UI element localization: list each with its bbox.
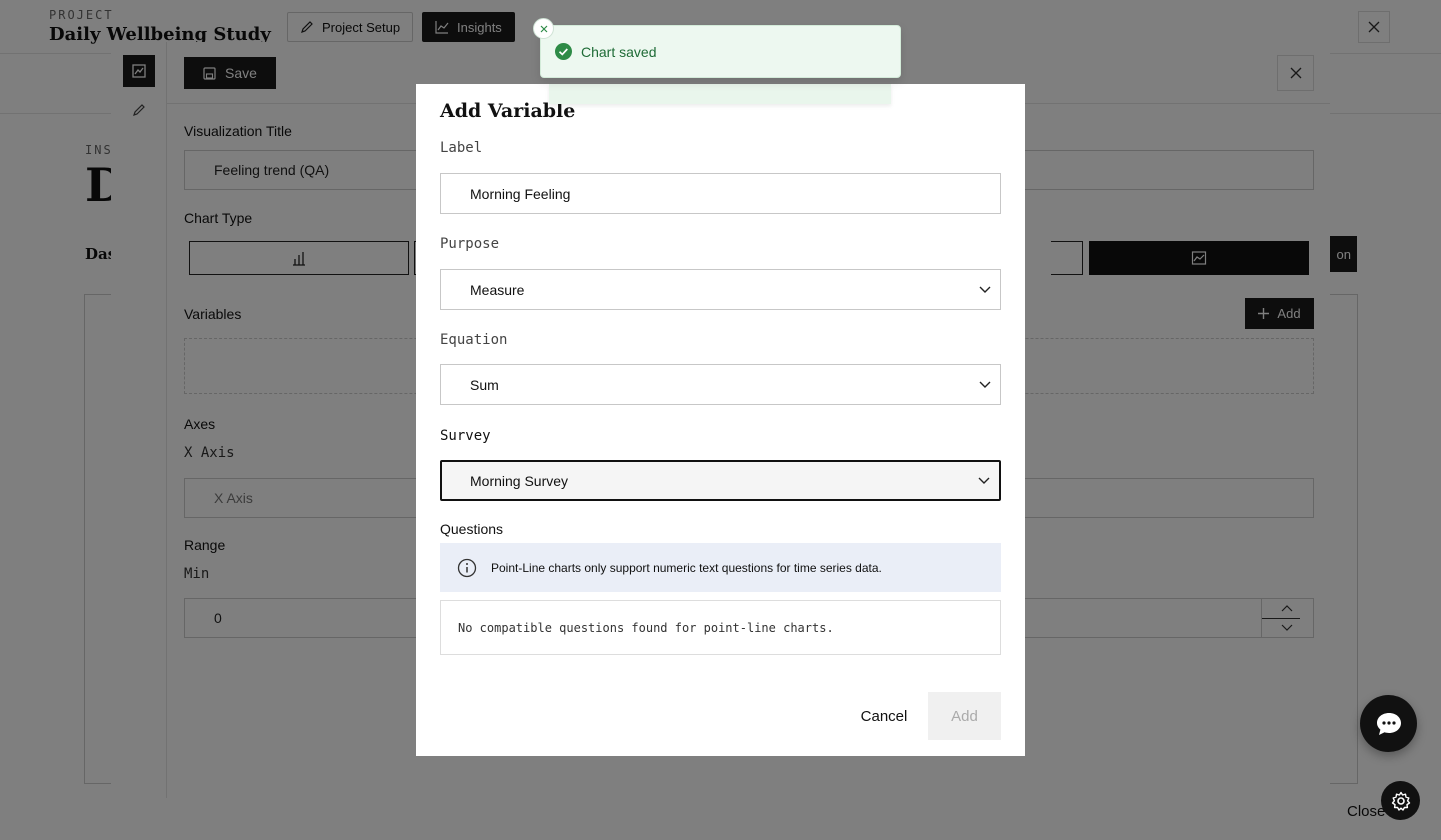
info-banner-text: Point-Line charts only support numeric t… bbox=[491, 560, 882, 575]
purpose-select[interactable]: Measure bbox=[440, 269, 1001, 310]
chevron-down-icon bbox=[979, 286, 991, 294]
survey-select-value: Morning Survey bbox=[470, 472, 569, 489]
label-field-label: Label bbox=[440, 140, 483, 156]
chevron-down-icon bbox=[978, 477, 990, 485]
info-banner: Point-Line charts only support numeric t… bbox=[440, 543, 1001, 592]
close-icon bbox=[540, 25, 548, 33]
questions-label: Questions bbox=[440, 521, 504, 537]
add-button[interactable]: Add bbox=[928, 692, 1001, 740]
survey-field-label: Survey bbox=[440, 428, 491, 444]
gear-icon bbox=[1391, 791, 1411, 811]
settings-button[interactable] bbox=[1381, 781, 1420, 820]
chat-button[interactable] bbox=[1360, 695, 1417, 752]
empty-questions-text: No compatible questions found for point-… bbox=[458, 620, 834, 635]
toast-notification: Chart saved bbox=[540, 25, 901, 78]
add-variable-dialog: Add Variable Label Morning Feeling Purpo… bbox=[416, 84, 1025, 756]
equation-select[interactable]: Sum bbox=[440, 364, 1001, 405]
purpose-field-label: Purpose bbox=[440, 236, 500, 252]
purpose-select-value: Measure bbox=[470, 281, 525, 298]
equation-field-label: Equation bbox=[440, 332, 508, 348]
equation-select-value: Sum bbox=[470, 376, 499, 393]
label-input[interactable]: Morning Feeling bbox=[440, 173, 1001, 214]
chat-bubble-icon bbox=[1375, 711, 1403, 737]
survey-select[interactable]: Morning Survey bbox=[440, 460, 1001, 501]
info-icon bbox=[457, 558, 477, 578]
cancel-button[interactable]: Cancel bbox=[852, 692, 916, 740]
toast-stack-shadow bbox=[549, 84, 891, 104]
toast-message: Chart saved bbox=[581, 43, 657, 60]
empty-questions-message: No compatible questions found for point-… bbox=[440, 600, 1001, 655]
check-circle-icon bbox=[555, 43, 572, 60]
chevron-down-icon bbox=[979, 381, 991, 389]
toast-close-button[interactable] bbox=[533, 18, 554, 39]
